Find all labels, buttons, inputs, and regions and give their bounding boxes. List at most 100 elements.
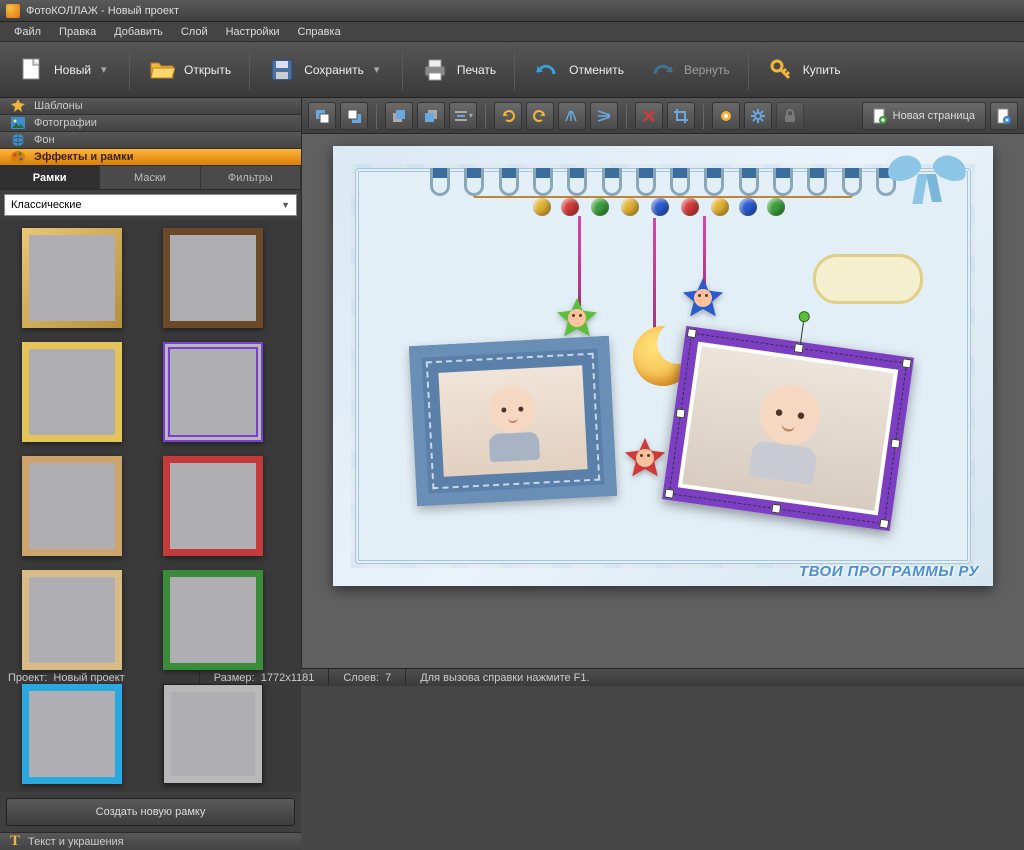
menu-layer[interactable]: Слой <box>173 24 216 40</box>
create-frame-button[interactable]: Создать новую рамку <box>6 798 295 826</box>
dropdown-icon: ▾ <box>374 63 384 76</box>
green-star <box>555 296 599 340</box>
frame-thumb[interactable] <box>163 342 263 442</box>
resize-handle[interactable] <box>771 504 781 514</box>
frame-thumb[interactable] <box>22 228 122 328</box>
printer-icon <box>421 56 449 84</box>
globe-icon <box>10 132 26 148</box>
effects-pane: Рамки Маски Фильтры Классические ▼ Созда… <box>0 166 301 832</box>
rotate-right-icon[interactable] <box>526 102 554 130</box>
resize-handle[interactable] <box>664 489 674 499</box>
bead <box>591 198 609 216</box>
main-toolbar: Новый ▾ Открыть Сохранить ▾ Печать Отмен… <box>0 42 1024 98</box>
label-tag <box>813 254 923 304</box>
save-button[interactable]: Сохранить ▾ <box>258 49 394 91</box>
sidebar-item-background[interactable]: Фон <box>0 132 301 149</box>
send-back-icon[interactable] <box>340 102 368 130</box>
frame-category-combo[interactable]: Классические ▼ <box>4 194 297 216</box>
redo-icon <box>648 56 676 84</box>
bead <box>681 198 699 216</box>
frame-thumb[interactable] <box>163 570 263 670</box>
subtab-frames[interactable]: Рамки <box>0 166 100 189</box>
resize-handle[interactable] <box>676 408 686 418</box>
menu-help[interactable]: Справка <box>290 24 349 40</box>
collage-page[interactable]: ТВОИ ПРОГРАММЫ РУ <box>333 146 993 586</box>
bead <box>561 198 579 216</box>
effects-icon[interactable] <box>712 102 740 130</box>
dropdown-icon: ▾ <box>101 63 111 76</box>
sidebar-item-text[interactable]: T Текст и украшения <box>0 832 301 850</box>
resize-handle[interactable] <box>902 358 912 368</box>
new-file-icon <box>18 56 46 84</box>
crop-icon[interactable] <box>667 102 695 130</box>
frame-thumb[interactable] <box>163 456 263 556</box>
menu-edit[interactable]: Правка <box>51 24 104 40</box>
watermark: ТВОИ ПРОГРАММЫ РУ <box>799 563 979 580</box>
canvas-area: ▾ Новая страница <box>302 98 1024 668</box>
subtabs: Рамки Маски Фильтры <box>0 166 301 190</box>
window-title: ФотоКОЛЛАЖ - Новый проект <box>26 5 179 17</box>
menubar: Файл Правка Добавить Слой Настройки Спра… <box>0 22 1024 42</box>
resize-handle[interactable] <box>794 343 804 353</box>
layer-up-icon[interactable] <box>385 102 413 130</box>
align-center-icon[interactable]: ▾ <box>449 102 477 130</box>
bow-decoration <box>887 156 967 206</box>
frame-thumbnails[interactable] <box>0 220 301 792</box>
open-button[interactable]: Открыть <box>138 49 241 91</box>
flip-vertical-icon[interactable] <box>590 102 618 130</box>
bead <box>621 198 639 216</box>
blue-star <box>681 276 725 320</box>
flip-horizontal-icon[interactable] <box>558 102 586 130</box>
sidebar-item-photos[interactable]: Фотографии <box>0 115 301 132</box>
sidebar-item-templates[interactable]: Шаблоны <box>0 98 301 115</box>
frame-thumb[interactable] <box>22 570 122 670</box>
sidebar-item-effects[interactable]: Эффекты и рамки <box>0 149 301 166</box>
bead <box>767 198 785 216</box>
new-page-button[interactable]: Новая страница <box>862 102 986 130</box>
palette-icon <box>10 149 26 165</box>
photo-icon <box>10 115 26 131</box>
resize-handle[interactable] <box>890 438 900 448</box>
rotate-left-icon[interactable] <box>494 102 522 130</box>
photo-frame-2-selected[interactable] <box>662 326 914 531</box>
delete-icon[interactable] <box>635 102 663 130</box>
page-add-icon <box>873 108 887 124</box>
buy-button[interactable]: Купить <box>757 49 851 91</box>
undo-button[interactable]: Отменить <box>523 49 634 91</box>
star-icon <box>10 98 26 114</box>
bead <box>533 198 551 216</box>
chevron-down-icon: ▼ <box>281 200 290 210</box>
bead <box>651 198 669 216</box>
menu-file[interactable]: Файл <box>6 24 49 40</box>
text-icon: T <box>10 833 20 850</box>
subtab-filters[interactable]: Фильтры <box>201 166 301 189</box>
page-settings-icon[interactable] <box>990 102 1018 130</box>
frame-thumb[interactable] <box>22 684 122 784</box>
lock-icon[interactable] <box>776 102 804 130</box>
folder-open-icon <box>148 56 176 84</box>
print-button[interactable]: Печать <box>411 49 506 91</box>
resize-handle[interactable] <box>687 328 697 338</box>
selection-box <box>669 333 908 525</box>
save-icon <box>268 56 296 84</box>
redo-button[interactable]: Вернуть <box>638 49 740 91</box>
canvas-viewport[interactable]: ТВОИ ПРОГРАММЫ РУ <box>302 134 1024 668</box>
subtab-masks[interactable]: Маски <box>100 166 200 189</box>
menu-add[interactable]: Добавить <box>106 24 171 40</box>
frame-thumb[interactable] <box>163 228 263 328</box>
baby-photo <box>475 379 551 463</box>
red-star <box>623 436 667 480</box>
new-button[interactable]: Новый ▾ <box>8 49 121 91</box>
settings-gear-icon[interactable] <box>744 102 772 130</box>
bring-front-icon[interactable] <box>308 102 336 130</box>
frame-thumb[interactable] <box>22 456 122 556</box>
key-icon <box>767 56 795 84</box>
frame-thumb[interactable] <box>163 684 263 784</box>
frame-thumb[interactable] <box>22 342 122 442</box>
layer-down-icon[interactable] <box>417 102 445 130</box>
menu-settings[interactable]: Настройки <box>218 24 288 40</box>
canvas-toolbar: ▾ Новая страница <box>302 98 1024 134</box>
app-icon <box>6 4 20 18</box>
resize-handle[interactable] <box>879 519 889 529</box>
photo-frame-1[interactable] <box>409 336 617 506</box>
